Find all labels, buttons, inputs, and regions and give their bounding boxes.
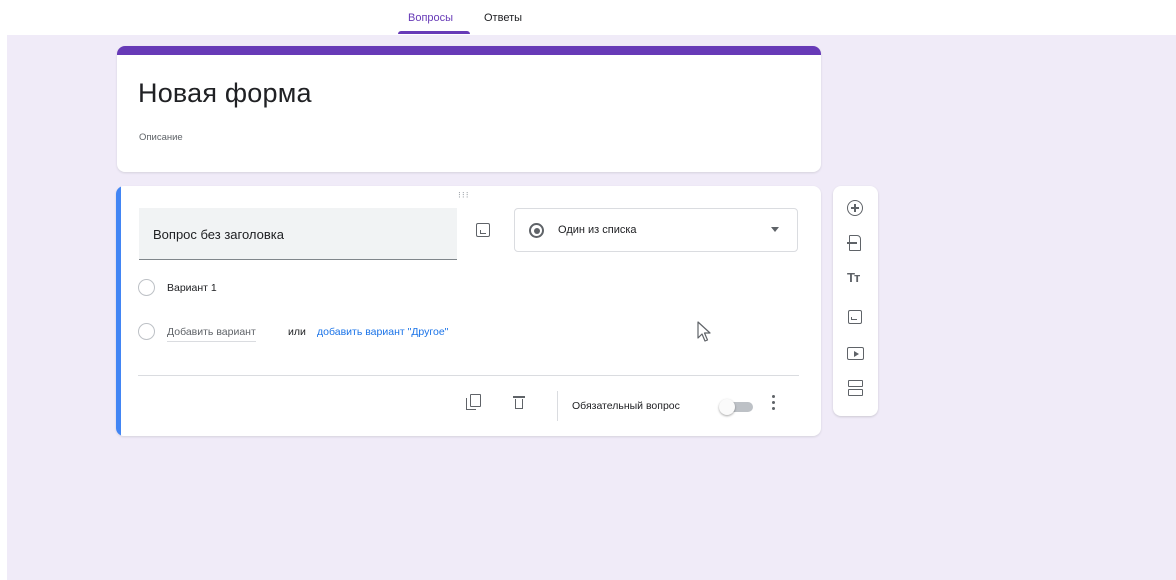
duplicate-icon[interactable]: [466, 394, 481, 411]
required-toggle[interactable]: [719, 399, 755, 415]
theme-accent-bar: [117, 46, 821, 55]
question-type-dropdown[interactable]: Один из списка: [514, 208, 798, 252]
left-gutter: [0, 35, 7, 580]
or-text: или: [288, 326, 306, 338]
footer-separator: [557, 391, 558, 421]
card-divider: [138, 375, 799, 376]
form-title[interactable]: Новая форма: [138, 78, 312, 109]
top-tab-bar: Вопросы Ответы: [0, 0, 1176, 35]
drag-handle-icon[interactable]: ⁝⁝⁝: [458, 190, 470, 201]
radio-button-icon: [529, 223, 544, 238]
floating-toolbar: Tт: [833, 186, 878, 416]
delete-icon[interactable]: [513, 395, 525, 410]
question-title-text: Вопрос без заголовка: [153, 227, 284, 242]
add-image-icon[interactable]: [847, 309, 865, 327]
option-radio-icon: [138, 323, 155, 340]
form-description-field[interactable]: Описание: [139, 132, 183, 143]
question-card[interactable]: ⁝⁝⁝ Вопрос без заголовка Один из списка …: [116, 186, 821, 436]
more-options-icon[interactable]: [772, 395, 776, 411]
add-question-icon[interactable]: [847, 200, 865, 218]
import-questions-icon[interactable]: [847, 235, 865, 253]
add-option-input[interactable]: Добавить вариант: [167, 326, 256, 342]
active-question-indicator: [116, 186, 121, 436]
toggle-thumb: [719, 399, 735, 415]
add-title-icon[interactable]: Tт: [847, 270, 865, 288]
question-title-input[interactable]: Вопрос без заголовка: [139, 208, 457, 260]
tab-responses[interactable]: Ответы: [484, 12, 522, 24]
option-label[interactable]: Вариант 1: [167, 282, 217, 294]
chevron-down-icon: [771, 227, 779, 232]
tab-questions[interactable]: Вопросы: [408, 12, 453, 24]
add-section-icon[interactable]: [847, 380, 865, 398]
add-image-icon[interactable]: [476, 223, 490, 237]
active-tab-indicator: [398, 31, 470, 34]
option-radio-icon: [138, 279, 155, 296]
add-video-icon[interactable]: [847, 345, 865, 363]
form-header-card[interactable]: Новая форма Описание: [117, 46, 821, 172]
mouse-cursor-icon: [697, 321, 711, 342]
add-other-option-link[interactable]: добавить вариант "Другое": [317, 326, 448, 338]
required-label: Обязательный вопрос: [572, 400, 680, 412]
question-type-label: Один из списка: [558, 224, 637, 236]
